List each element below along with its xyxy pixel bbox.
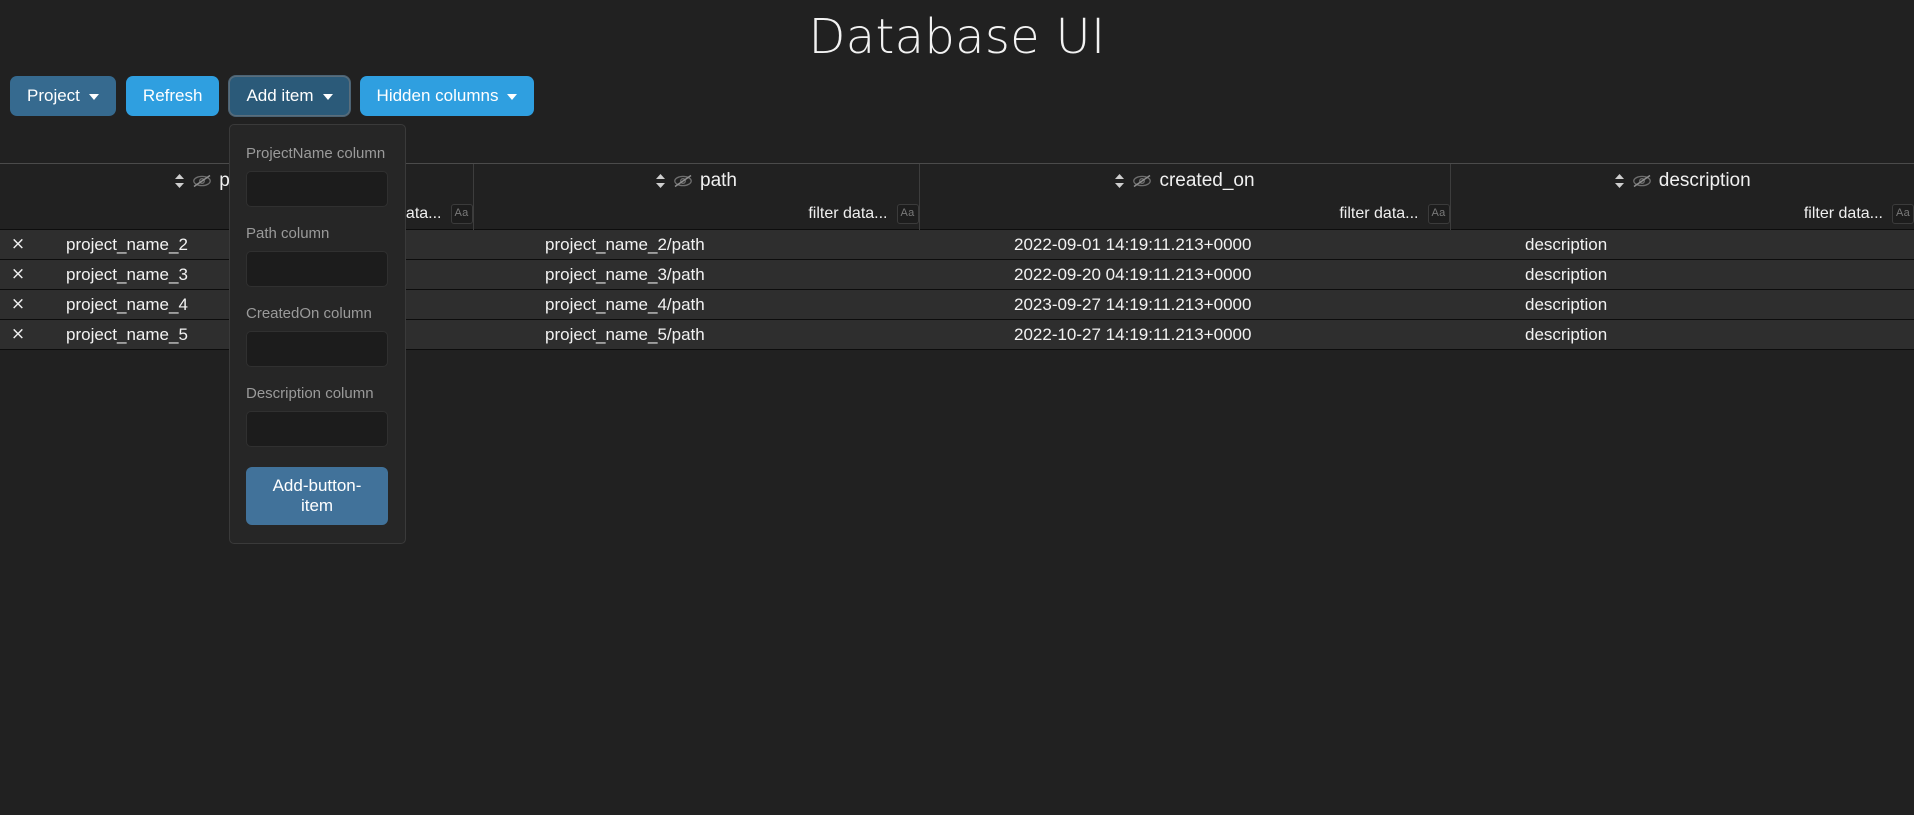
add-button-item[interactable]: Add-button-item <box>246 467 388 525</box>
delete-row-icon[interactable]: × <box>8 235 28 255</box>
header-label-created-on: created_on <box>1159 170 1255 191</box>
header-label-path: path <box>700 170 737 191</box>
cell-created-on[interactable]: 2022-09-20 04:19:11.213+0000 <box>919 259 1450 290</box>
sort-icon[interactable] <box>1614 173 1625 189</box>
row-delete-cell: × <box>0 229 36 260</box>
row-delete-cell: × <box>0 259 36 290</box>
filter-placeholder-path[interactable]: filter data... <box>808 204 887 223</box>
hide-column-eye-slash-icon[interactable] <box>192 173 212 189</box>
row-delete-cell: × <box>0 319 36 350</box>
delete-row-icon[interactable]: × <box>8 265 28 285</box>
chevron-down-icon <box>322 94 333 100</box>
header-cell-description: description filter data... Aa <box>1450 164 1914 230</box>
createdon-column-input[interactable] <box>246 331 388 367</box>
cell-path[interactable]: project_name_2/path <box>473 229 919 260</box>
createdon-column-label: CreatedOn column <box>246 305 372 322</box>
hide-column-eye-slash-icon[interactable] <box>1132 173 1152 189</box>
cell-created-on[interactable]: 2022-09-01 14:19:11.213+0000 <box>919 229 1450 260</box>
hide-column-eye-slash-icon[interactable] <box>673 173 693 189</box>
cell-path[interactable]: project_name_4/path <box>473 289 919 320</box>
refresh-button[interactable]: Refresh <box>125 76 220 116</box>
path-column-label: Path column <box>246 225 330 242</box>
delete-row-icon[interactable]: × <box>8 325 28 345</box>
refresh-button-label: Refresh <box>142 86 203 105</box>
header-cell-path: path filter data... Aa <box>473 164 920 230</box>
cell-description[interactable]: description <box>1450 259 1914 290</box>
hidden-columns-button-label: Hidden columns <box>376 86 499 105</box>
sort-icon[interactable] <box>655 173 666 189</box>
add-item-button-label: Add item <box>246 86 314 105</box>
cell-path[interactable]: project_name_3/path <box>473 259 919 290</box>
project-button-label: Project <box>27 86 80 105</box>
filter-placeholder-description[interactable]: filter data... <box>1804 204 1883 223</box>
row-delete-cell: × <box>0 289 36 320</box>
description-column-input[interactable] <box>246 411 388 447</box>
page-title: Database UI <box>808 9 1106 65</box>
hidden-columns-button[interactable]: Hidden columns <box>359 76 535 116</box>
project-button[interactable]: Project <box>10 76 116 116</box>
cell-description[interactable]: description <box>1450 289 1914 320</box>
filter-type-icon[interactable]: Aa <box>450 203 473 224</box>
header-cell-actions <box>0 164 36 230</box>
projectname-column-label: ProjectName column <box>246 145 386 162</box>
hide-column-eye-slash-icon[interactable] <box>1632 173 1652 189</box>
filter-placeholder-created-on[interactable]: filter data... <box>1339 204 1418 223</box>
filter-type-icon[interactable]: Aa <box>896 203 919 224</box>
cell-created-on[interactable]: 2023-09-27 14:19:11.213+0000 <box>919 289 1450 320</box>
cell-description[interactable]: description <box>1450 319 1914 350</box>
cell-description[interactable]: description <box>1450 229 1914 260</box>
filter-type-icon[interactable]: Aa <box>1892 203 1914 224</box>
add-item-button[interactable]: Add item <box>229 76 350 116</box>
chevron-down-icon <box>88 94 99 100</box>
chevron-down-icon <box>507 94 518 100</box>
filter-type-icon[interactable]: Aa <box>1427 203 1450 224</box>
header-label-description: description <box>1658 170 1751 191</box>
path-column-input[interactable] <box>246 251 388 287</box>
cell-created-on[interactable]: 2022-10-27 14:19:11.213+0000 <box>919 319 1450 350</box>
cell-path[interactable]: project_name_5/path <box>473 319 919 350</box>
toolbar: Project Refresh Add item Hidden columns <box>0 66 1914 116</box>
sort-icon[interactable] <box>1114 173 1125 189</box>
header-cell-created-on: created_on filter data... Aa <box>919 164 1451 230</box>
sort-icon[interactable] <box>174 173 185 189</box>
projectname-column-input[interactable] <box>246 171 388 207</box>
description-column-label: Description column <box>246 385 374 402</box>
add-item-dropdown-panel: ProjectName column Path column CreatedOn… <box>229 124 406 544</box>
delete-row-icon[interactable]: × <box>8 295 28 315</box>
